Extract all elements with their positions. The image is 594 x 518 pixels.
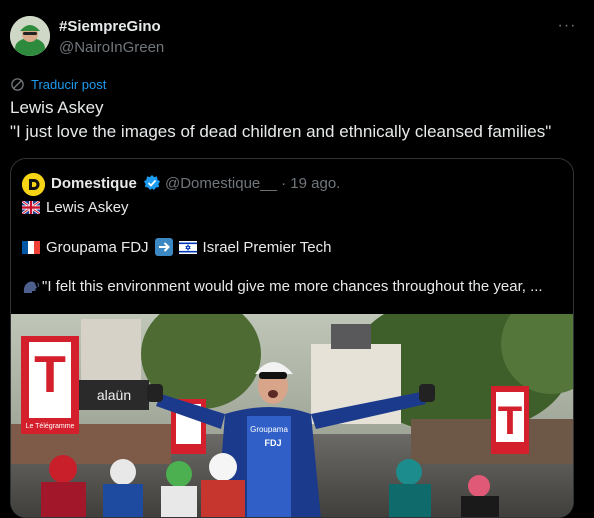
quoted-display-name[interactable]: Domestique bbox=[51, 175, 137, 192]
quoted-photo[interactable]: T Le Télégramme alaün T Groupama FDJ bbox=[11, 314, 573, 517]
cyclist-celebration-image: T Le Télégramme alaün T Groupama FDJ bbox=[11, 314, 573, 517]
quoted-rider-name: Lewis Askey bbox=[46, 199, 129, 216]
team-to: Israel Premier Tech bbox=[202, 238, 332, 256]
quoted-handle-and-time[interactable]: @Domestique__ · 19 ago. bbox=[165, 175, 340, 192]
shop-sign: alaün bbox=[97, 387, 131, 403]
quoted-line-quote: "I felt this environment would give me m… bbox=[22, 278, 543, 295]
right-arrow-icon bbox=[154, 238, 173, 256]
quoted-post-card[interactable]: Domestique @Domestique__ · 19 ago. Lewis… bbox=[10, 158, 574, 518]
translate-icon bbox=[11, 77, 24, 91]
speaking-head-icon bbox=[23, 281, 40, 293]
avatar-image bbox=[10, 16, 50, 56]
post-text-line-2: "I just love the images of dead children… bbox=[10, 122, 552, 141]
right-banner-letter: T bbox=[498, 399, 522, 443]
tweet: #SiempreGino @NairoInGreen ··· Traducir … bbox=[0, 0, 594, 518]
translate-post[interactable]: Traducir post bbox=[10, 76, 106, 92]
author-display-name[interactable]: #SiempreGino bbox=[59, 18, 161, 35]
left-banner-sub: Le Télégramme bbox=[26, 423, 75, 430]
france-flag-icon bbox=[22, 240, 40, 254]
team-from: Groupama FDJ bbox=[46, 238, 149, 256]
jersey-brand: Groupama bbox=[250, 425, 288, 434]
uk-flag-icon bbox=[22, 201, 40, 214]
post-text-line-1: Lewis Askey bbox=[10, 98, 104, 117]
jersey-team: FDJ bbox=[264, 438, 281, 448]
domestique-logo-icon bbox=[22, 173, 45, 196]
author-avatar[interactable] bbox=[10, 16, 50, 56]
author-handle[interactable]: @NairoInGreen bbox=[59, 39, 164, 56]
israel-flag-icon bbox=[178, 240, 197, 254]
left-banner-letter: T bbox=[34, 346, 66, 404]
translate-link[interactable]: Traducir post bbox=[31, 77, 106, 92]
more-options-button[interactable]: ··· bbox=[556, 17, 578, 37]
quoted-statement: "I felt this environment would give me m… bbox=[42, 278, 543, 295]
quoted-line-name: Lewis Askey bbox=[22, 199, 129, 216]
quoted-line-transfer: Groupama FDJ Israel Premier Tech bbox=[22, 238, 331, 256]
quoted-avatar[interactable] bbox=[22, 173, 45, 196]
verified-badge-icon bbox=[144, 175, 160, 190]
